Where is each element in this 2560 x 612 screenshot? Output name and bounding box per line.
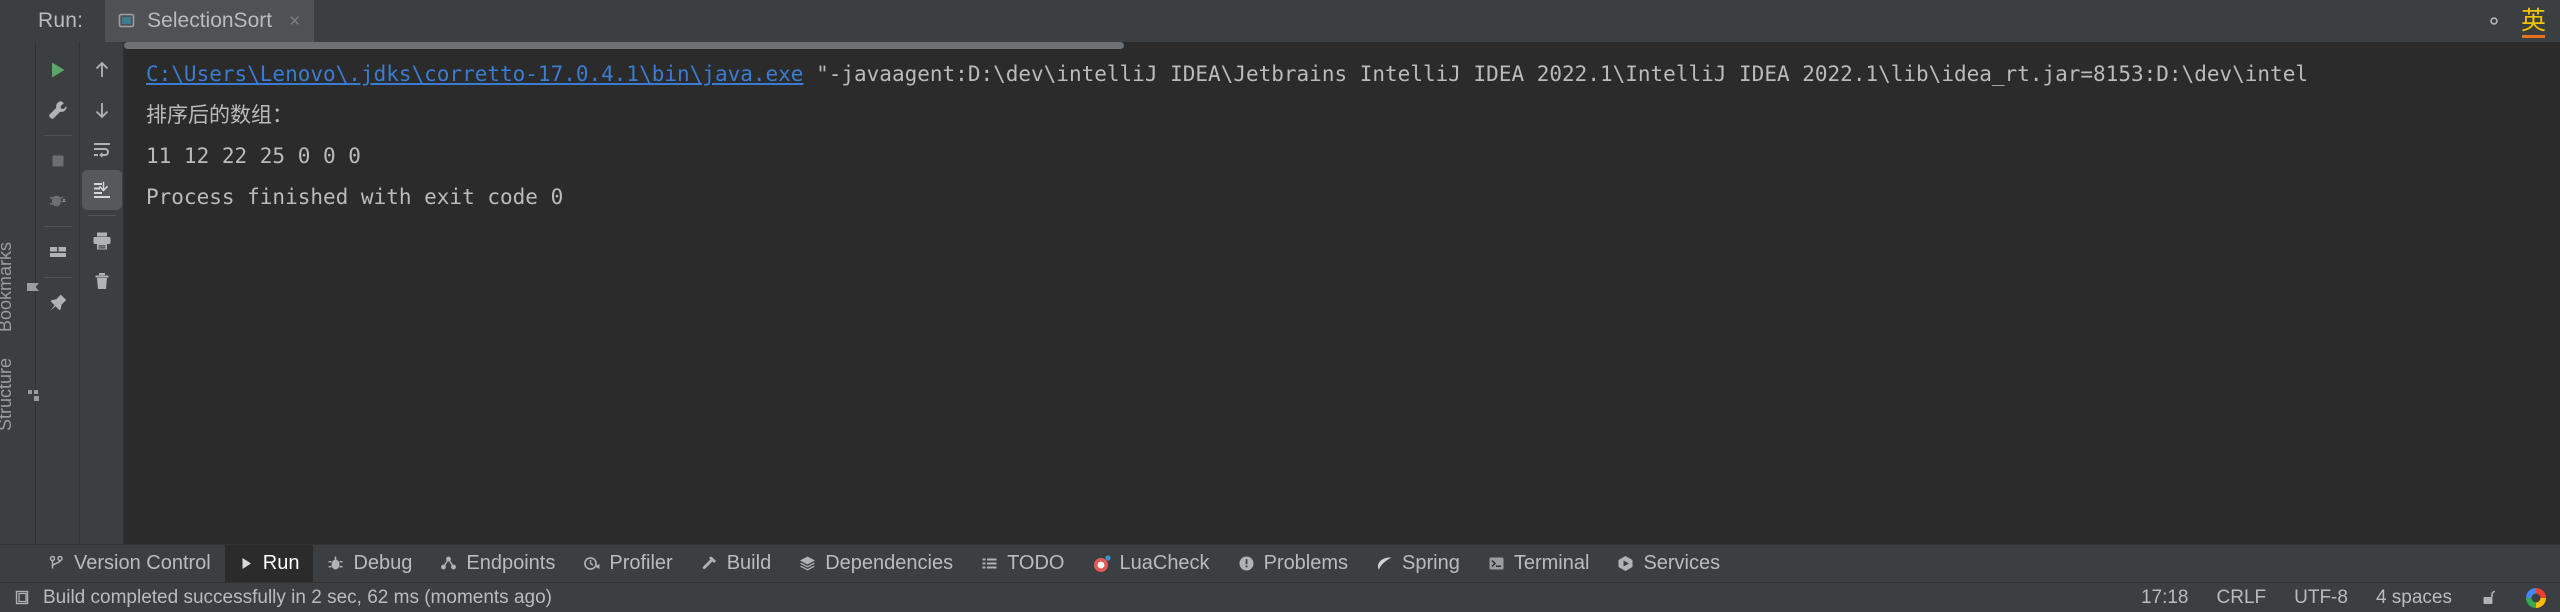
pin-tab-button[interactable] — [38, 283, 78, 323]
endpoints-icon — [440, 555, 457, 572]
tool-window-label: LuaCheck — [1119, 552, 1210, 574]
tool-window-label: Profiler — [609, 552, 673, 574]
layers-icon — [799, 555, 816, 572]
toolbar-separator — [43, 226, 72, 227]
tool-window-label: Debug — [353, 552, 413, 574]
branch-icon — [48, 555, 65, 572]
tool-window-problems[interactable]: Problems — [1224, 545, 1362, 583]
console-text: C:\Users\Lenovo\.jdks\corretto-17.0.4.1\… — [124, 42, 2560, 218]
sidebar-item-bookmarks[interactable]: Bookmarks — [0, 242, 41, 332]
tool-window-label: TODO — [1007, 552, 1065, 574]
run-header-label: Run: — [38, 9, 84, 32]
terminal-icon — [1488, 555, 1505, 572]
stop-button[interactable] — [38, 141, 78, 181]
horizontal-scrollbar[interactable] — [124, 42, 1124, 49]
line-separator-indicator[interactable]: CRLF — [2217, 587, 2267, 609]
header-right-controls: 英 — [2483, 0, 2546, 42]
sidebar-item-structure[interactable]: Structure — [0, 358, 41, 431]
debug-rerun-icon[interactable] — [38, 181, 78, 221]
run-actions-toolbar — [36, 42, 80, 544]
toolbar-separator — [87, 215, 116, 216]
console-line-output: Process finished with exit code 0 — [146, 185, 564, 209]
tool-window-debug[interactable]: Debug — [313, 545, 426, 583]
run-config-icon — [117, 12, 136, 31]
profiler-icon — [583, 555, 600, 572]
run-configuration-tab[interactable]: SelectionSort × — [105, 0, 315, 42]
console-actions-toolbar — [80, 42, 124, 544]
tool-window-label: Build — [726, 552, 772, 574]
status-bar-right: 17:18 CRLF UTF-8 4 spaces — [2141, 587, 2546, 609]
tool-window-label: Version Control — [74, 552, 211, 574]
tool-window-label: Services — [1643, 552, 1721, 574]
list-icon — [981, 555, 998, 572]
hammer-icon — [701, 555, 718, 572]
status-bar: Build completed successfully in 2 sec, 6… — [0, 582, 2560, 612]
layout-settings-button[interactable] — [38, 232, 78, 272]
sidebar-item-label: Structure — [0, 358, 15, 432]
tool-window-todo[interactable]: TODO — [967, 545, 1078, 583]
tool-window-version-control[interactable]: Version Control — [34, 545, 225, 583]
gear-icon[interactable] — [2483, 10, 2505, 32]
services-icon — [1617, 555, 1634, 572]
luacheck-icon — [1093, 554, 1111, 573]
warning-icon — [1238, 555, 1255, 572]
tool-window-dependencies[interactable]: Dependencies — [785, 545, 967, 583]
console-line-output: 11 12 22 25 0 0 0 — [146, 144, 361, 168]
java-command-arguments: "-javaagent:D:\dev\intelliJ IDEA\Jetbrai… — [803, 62, 2308, 86]
tool-window-profiler[interactable]: Profiler — [569, 545, 686, 583]
previous-occurrence-button[interactable] — [82, 50, 122, 90]
clock-time[interactable]: 17:18 — [2141, 587, 2189, 609]
ide-run-tool-window: Run: SelectionSort × 英 Bookmarks Structu… — [0, 0, 2560, 612]
console-line-command: C:\Users\Lenovo\.jdks\corretto-17.0.4.1\… — [146, 54, 2560, 95]
scroll-to-end-button[interactable] — [81, 170, 122, 210]
run-config-name: SelectionSort — [147, 9, 273, 32]
build-status-icon — [14, 589, 31, 606]
tool-window-build[interactable]: Build — [687, 545, 785, 583]
tool-window-services[interactable]: Services — [1603, 545, 1734, 583]
left-tool-stripe: Bookmarks Structure — [0, 42, 39, 544]
print-button[interactable] — [82, 221, 122, 261]
encoding-indicator[interactable]: UTF-8 — [2294, 587, 2348, 609]
clear-all-button[interactable] — [82, 261, 122, 301]
close-icon[interactable]: × — [289, 12, 300, 31]
tool-window-luacheck[interactable]: LuaCheck — [1079, 545, 1224, 583]
console-line-output: 排序后的数组： — [146, 103, 293, 127]
tool-window-run[interactable]: Run — [224, 544, 314, 583]
unlock-icon[interactable] — [2480, 589, 2498, 607]
leaf-icon — [1376, 555, 1393, 572]
toolbar-separator — [43, 277, 72, 278]
bug-icon — [327, 555, 344, 572]
soft-wrap-button[interactable] — [82, 130, 122, 170]
tool-window-label: Run — [262, 552, 300, 574]
tool-window-label: Terminal — [1513, 552, 1590, 574]
tool-window-spring[interactable]: Spring — [1362, 545, 1474, 583]
rerun-button[interactable] — [38, 50, 78, 90]
bottom-tool-window-bar: Version Control Run Debug Endpoints Prof… — [0, 544, 2560, 583]
tool-window-label: Spring — [1402, 552, 1460, 574]
google-icon[interactable] — [2526, 587, 2546, 608]
toolbar-separator — [43, 135, 72, 136]
tool-window-label: Problems — [1263, 552, 1349, 574]
build-status-message: Build completed successfully in 2 sec, 6… — [43, 586, 552, 608]
edit-configurations-button[interactable] — [38, 90, 78, 130]
sidebar-item-label: Bookmarks — [0, 242, 15, 333]
indent-indicator[interactable]: 4 spaces — [2376, 587, 2452, 609]
bookmark-icon — [25, 279, 41, 295]
tool-window-terminal[interactable]: Terminal — [1474, 545, 1604, 583]
java-executable-link[interactable]: C:\Users\Lenovo\.jdks\corretto-17.0.4.1\… — [146, 62, 803, 86]
structure-icon — [25, 387, 41, 403]
run-console-area: Bookmarks Structure C:\Users\Lenovo\.jdk… — [0, 42, 2560, 544]
console-output-panel[interactable]: C:\Users\Lenovo\.jdks\corretto-17.0.4.1\… — [124, 42, 2560, 544]
play-icon — [239, 556, 254, 571]
tool-window-label: Endpoints — [466, 552, 556, 574]
tool-window-endpoints[interactable]: Endpoints — [426, 545, 569, 583]
next-occurrence-button[interactable] — [82, 90, 122, 130]
status-bar-left: Build completed successfully in 2 sec, 6… — [14, 587, 552, 609]
tool-window-label: Dependencies — [825, 552, 954, 574]
ime-indicator[interactable]: 英 — [2521, 8, 2546, 38]
run-toolwindow-header: Run: SelectionSort × 英 — [0, 0, 2560, 42]
